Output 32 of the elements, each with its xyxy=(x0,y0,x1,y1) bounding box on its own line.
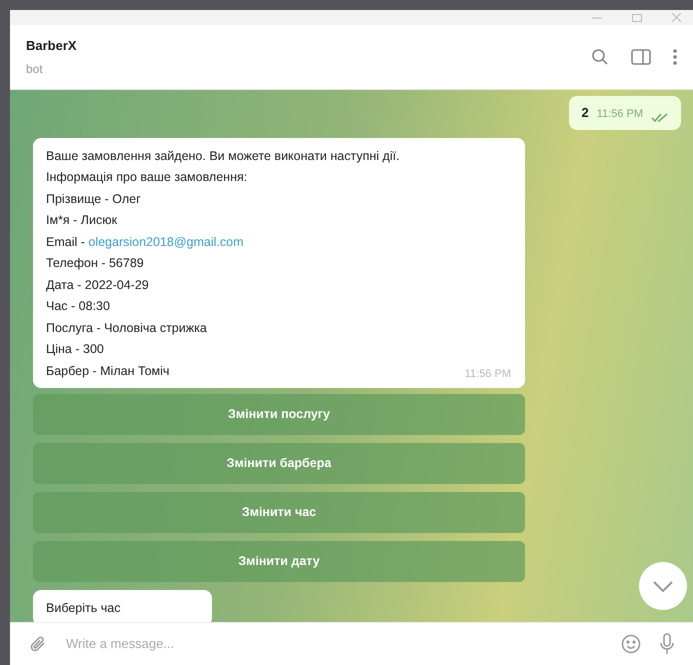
message-line: Ціна - 300 xyxy=(46,341,105,358)
message-line: Ім*я - Лисюк xyxy=(46,212,118,229)
message-line: Виберіть час xyxy=(46,600,120,617)
emoji-icon[interactable] xyxy=(621,634,641,654)
message-line: Ваше замовлення зайдено. Ви можете виконати наступні дії. xyxy=(46,148,400,165)
message-input[interactable]: Write a message... xyxy=(66,634,603,654)
scroll-down-button[interactable] xyxy=(639,562,687,610)
chat-title: BarberX xyxy=(26,37,77,56)
search-icon[interactable] xyxy=(591,48,609,66)
bot-keyboard-button[interactable]: Змінити барбера xyxy=(33,443,525,484)
email-link[interactable]: olegarsion2018@gmail.com xyxy=(88,234,244,248)
minimize-icon[interactable] xyxy=(592,16,602,18)
more-menu-icon[interactable] xyxy=(673,49,677,65)
message-line: Прізвище - Олег xyxy=(46,190,142,208)
message-line: Дата - 2022-04-29 xyxy=(46,276,150,294)
message-time: 11:56 PM xyxy=(464,366,511,382)
side-panel-icon[interactable] xyxy=(631,49,651,65)
close-icon[interactable] xyxy=(672,13,681,22)
bot-keyboard-button[interactable]: Змінити час xyxy=(33,492,525,533)
bot-keyboard-button[interactable]: Змінити послугу xyxy=(33,394,525,435)
message-line: Час - 08:30 xyxy=(46,298,111,315)
chat-status: bot xyxy=(26,60,44,78)
maximize-icon[interactable] xyxy=(632,14,642,22)
message-time: 11:56 PM xyxy=(596,107,643,122)
microphone-icon[interactable] xyxy=(659,633,675,655)
bot-keyboard-button[interactable]: Змінити дату xyxy=(33,541,525,582)
message-line: Email - olegarsion2018@gmail.com xyxy=(46,234,245,251)
message-line: Телефон - 56789 xyxy=(46,255,145,272)
message-line: Барбер - Мілан Томіч xyxy=(46,362,170,380)
message-text: 2 xyxy=(581,104,589,122)
message-line: Інформація про ваше замовлення: xyxy=(46,169,248,186)
message-line: Послуга - Чоловіча стрижка xyxy=(46,320,208,337)
